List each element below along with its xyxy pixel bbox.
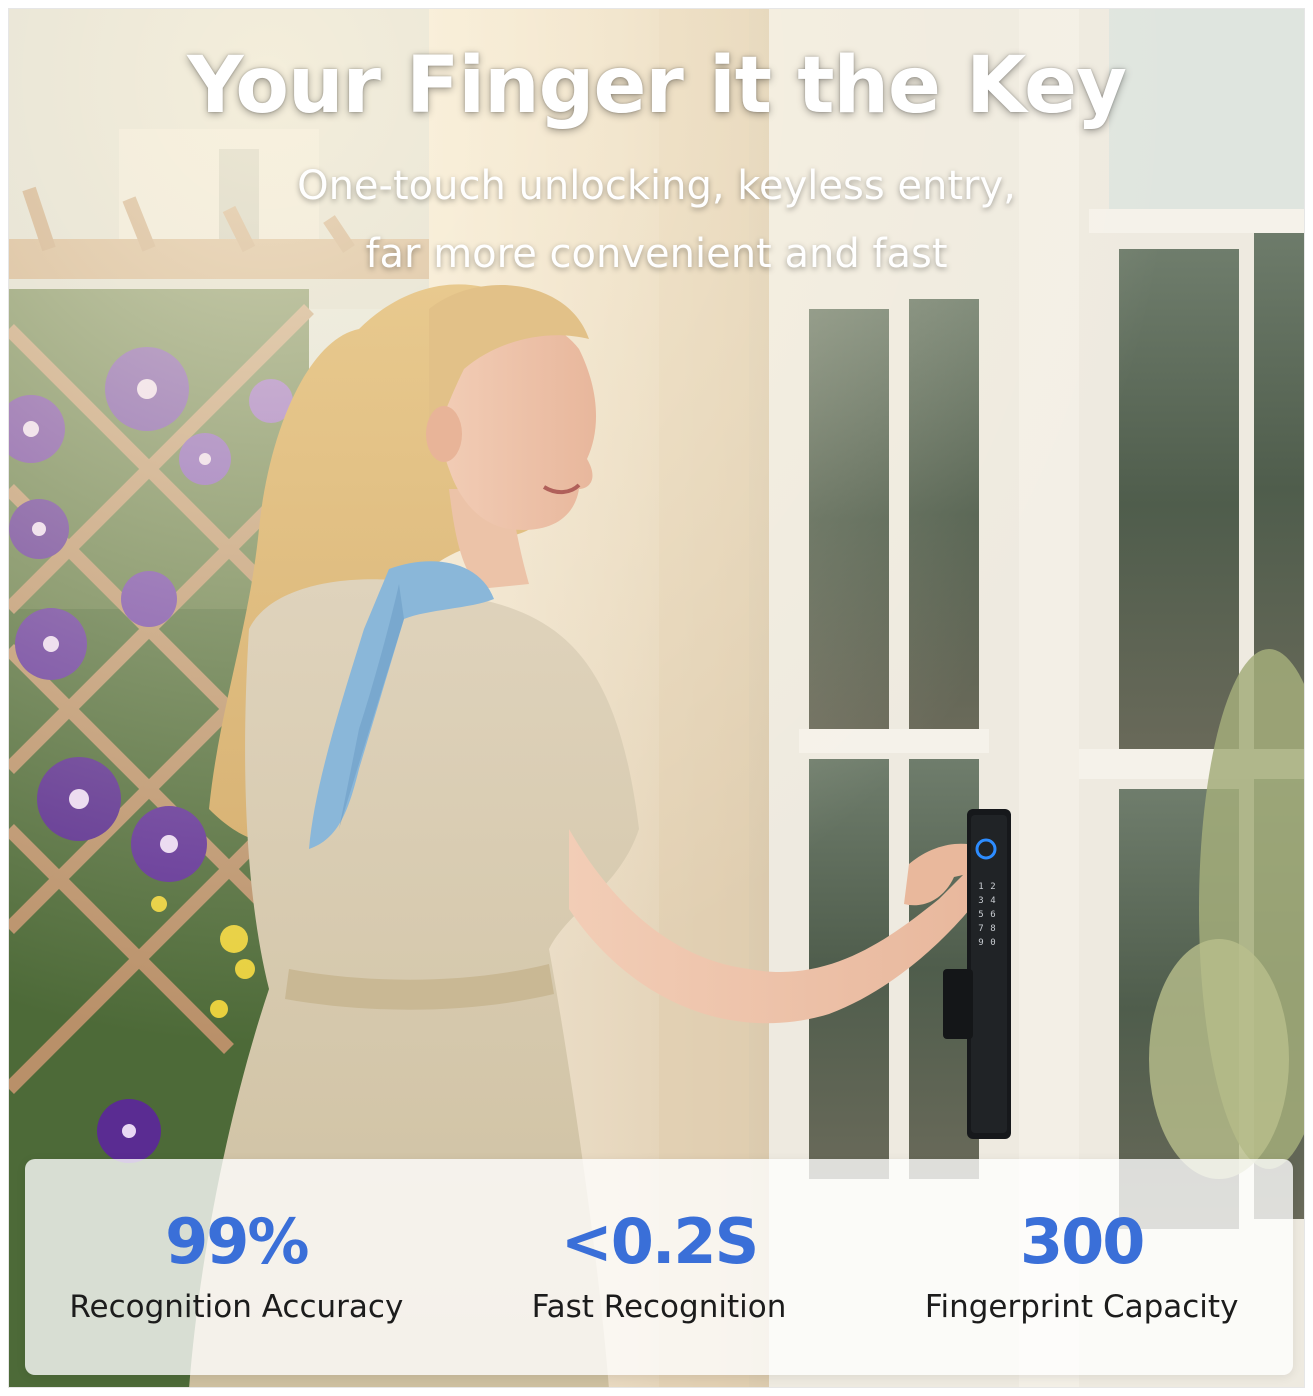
keypad-digit: 9	[978, 938, 983, 948]
headline-subtitle-line-2: far more convenient and fast	[365, 231, 948, 277]
headline-title: Your Finger it the Key	[187, 41, 1127, 131]
stat-label: Fast Recognition	[531, 1289, 787, 1325]
keypad-digit: 1	[978, 882, 983, 892]
stat-label: Fingerprint Capacity	[924, 1289, 1239, 1325]
keypad-digit: 4	[990, 896, 995, 906]
product-photo: 1234567890 Your Finger it the Key One-to…	[8, 8, 1305, 1388]
keypad-digit: 0	[990, 938, 995, 948]
lock-handle	[943, 969, 973, 1039]
stat-fast-recognition: <0.2S Fast Recognition	[448, 1159, 871, 1375]
keypad-digit: 8	[990, 924, 995, 934]
stat-value: 300	[1019, 1205, 1145, 1278]
keypad-digit: 7	[978, 924, 983, 934]
stat-value: 99%	[165, 1205, 309, 1278]
keypad-digit: 6	[990, 910, 995, 920]
headline-subtitle-line-1: One-touch unlocking, keyless entry,	[297, 163, 1016, 209]
keypad-digit: 2	[990, 882, 995, 892]
stats-panel: 99% Recognition Accuracy <0.2S Fast Reco…	[25, 1159, 1293, 1375]
stat-value: <0.2S	[560, 1205, 759, 1278]
stat-label: Recognition Accuracy	[69, 1289, 404, 1325]
keypad-digit: 3	[978, 896, 983, 906]
stat-fingerprint-capacity: 300 Fingerprint Capacity	[870, 1159, 1293, 1375]
stat-recognition-accuracy: 99% Recognition Accuracy	[25, 1159, 448, 1375]
keypad-digit: 5	[978, 910, 983, 920]
